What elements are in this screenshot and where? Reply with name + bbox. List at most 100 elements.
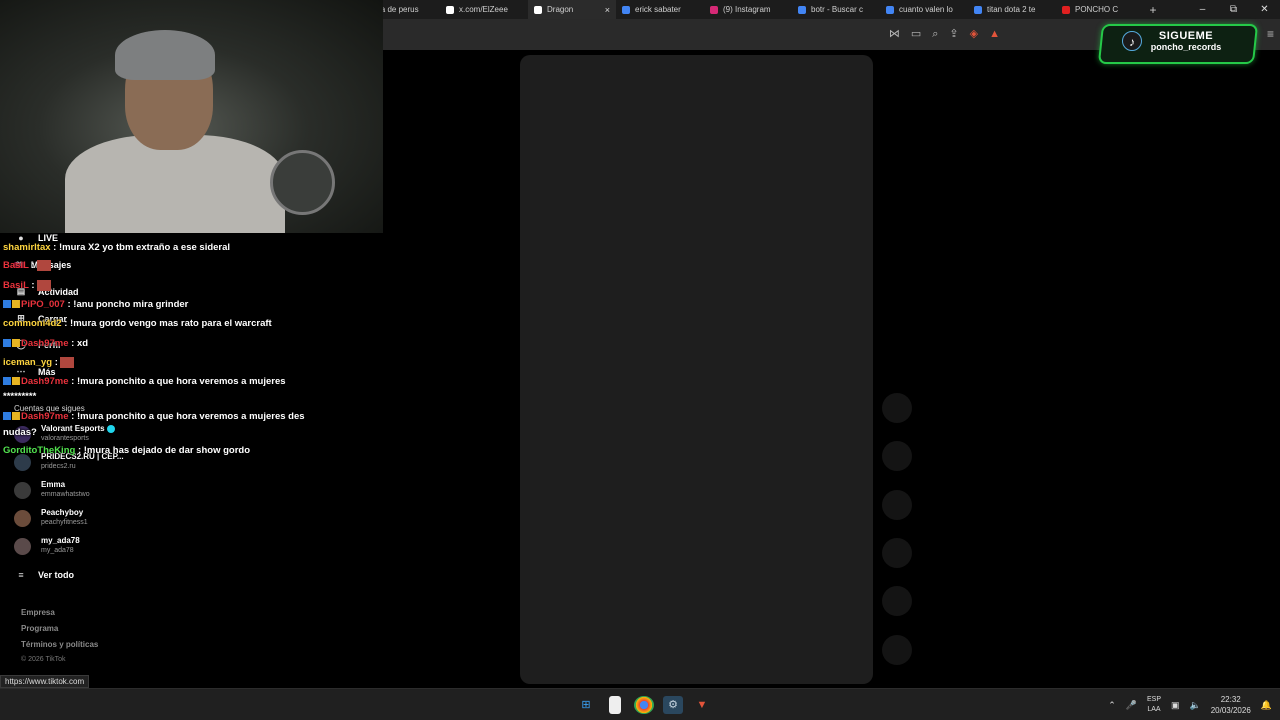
see-all-button[interactable]: ≡ Ver todo [14,570,74,580]
tab-label: botr - Buscar c [811,5,864,14]
brave-rewards-icon[interactable]: ▲ [989,28,1000,40]
browser-tab[interactable]: x.com/ElZeee [440,0,528,19]
fan-image [270,150,335,215]
video-action-button[interactable] [882,393,912,423]
browser-tab[interactable]: cuanto valen lo [880,0,968,19]
link-status-bar: https://www.tiktok.com [0,675,90,688]
browser-tab[interactable]: botr - Buscar c [792,0,880,19]
video-action-button[interactable] [882,586,912,616]
share-icon[interactable]: ⇪ [949,28,958,40]
tray-chevron-icon[interactable]: ⌃ [1108,700,1116,711]
chat-text: : !mura ponchito a que hora veremos a mu… [71,411,305,422]
account-handle: my_ada78 [41,547,74,554]
chat-message: PiPO_007 : !anu poncho mira grinder [3,299,188,310]
language-indicator[interactable]: ESP LAA [1147,695,1161,715]
clock-date: 20/03/2026 [1210,706,1251,715]
notification-bell-icon[interactable]: 🔔 [1261,700,1272,711]
webcam-overlay [0,0,383,233]
tab-label: erick sabater [635,5,681,14]
windows-start-icon[interactable]: ⊞ [576,696,596,714]
new-tab-button[interactable]: + [1144,3,1162,17]
chat-message: Dash97me : !mura ponchito a que hora ver… [3,376,286,387]
tab-label: x.com/ElZeee [459,5,508,14]
chat-message: GorditoTheKing : !mura has dejado de dar… [3,445,250,456]
tab-favicon-icon [710,5,718,14]
tab-favicon-icon [534,5,542,14]
volume-icon[interactable]: 🔈 [1190,700,1201,711]
footer-link-program[interactable]: Programa [21,624,58,633]
mute-icon[interactable]: ⋈ [889,28,900,40]
network-icon[interactable]: ▣ [1171,700,1180,711]
browser-tab[interactable]: erick sabater [616,0,704,19]
account-name: Emma [41,480,90,490]
chat-text: : [31,280,35,292]
follow-overlay-text: SIGUEME poncho_records [1143,30,1229,52]
account-handle: peachyfitness1 [41,519,88,526]
tab-favicon-icon [798,5,806,14]
screen-icon[interactable]: ▭ [911,28,921,40]
copyright-text: © 2026 TikTok [21,656,66,663]
chat-message: shamirltax : !mura X2 yo tbm extraño a e… [3,242,230,253]
followed-account-item[interactable]: my_ada78 my_ada78 [14,536,80,556]
chat-text: : xd [71,338,89,349]
follow-overlay-title: SIGUEME [1158,30,1214,42]
streamer-hair [115,30,215,80]
browser-tab[interactable]: PONCHO C [1056,0,1144,19]
browser-menu-icon[interactable]: ≡ [1267,27,1274,41]
video-player-card[interactable] [520,55,873,684]
chat-text: : !mura has dejado de dar show gordo [77,445,251,456]
chat-username: iceman_yg [3,357,53,369]
account-name-text: Emma [41,480,66,489]
chat-badge-icon [12,339,20,348]
avatar [14,537,31,555]
account-name-text: my_ada78 [41,536,80,545]
list-icon: ≡ [18,570,24,580]
brave-icon[interactable]: ▼ [692,696,712,714]
browser-tab[interactable]: titan dota 2 te [968,0,1056,19]
chat-badge-icon [12,412,20,421]
tab-close-icon[interactable]: × [601,5,610,15]
chat-message: BasiL : [3,260,51,271]
footer-link-terms[interactable]: Términos y políticas [21,640,98,649]
chat-text: : [31,260,35,272]
verified-badge-icon [106,424,115,433]
see-all-label: Ver todo [38,570,75,580]
tab-favicon-icon [886,5,894,14]
maximize-button[interactable]: ⧉ [1218,4,1249,15]
browser-tab[interactable]: (9) Instagram [704,0,792,19]
footer-link-company[interactable]: Empresa [21,608,55,617]
chat-username: BasiL [3,280,29,292]
close-window-button[interactable]: ✕ [1249,4,1280,15]
chat-emote-icon [36,260,51,271]
followed-account-item[interactable]: Emma emmawhatstwo [14,480,90,500]
tab-label: Dragon [547,5,574,14]
video-action-button[interactable] [882,538,912,568]
chat-badge-icon [12,300,20,309]
zoom-icon[interactable]: ⌕ [932,28,938,40]
browser-tab[interactable]: Dragon × [528,0,616,19]
video-action-button[interactable] [882,635,912,665]
chat-username: shamirltax [3,242,51,253]
microphone-icon[interactable]: 🎤 [1126,700,1137,711]
chat-username: GorditoTheKing [3,445,76,456]
avatar [14,481,31,499]
steam-icon[interactable]: ⚙ [663,696,683,714]
brave-shield-icon[interactable]: ◈ [970,28,978,40]
account-name-text: Valorant Esports [41,424,105,433]
video-action-button[interactable] [882,490,912,520]
minimize-button[interactable]: – [1187,4,1218,15]
chat-username: BasiL [3,260,29,272]
chrome-icon[interactable] [634,696,654,714]
tab-favicon-icon [622,5,630,14]
chat-message: iceman_yg : [3,357,74,368]
clock-time: 22:32 [1220,695,1241,704]
file-explorer-icon[interactable] [609,696,621,714]
chat-badge-icon [3,412,11,421]
tab-label: titan dota 2 te [987,5,1036,14]
followed-account-item[interactable]: Peachyboy peachyfitness1 [14,508,88,528]
avatar [14,509,31,527]
system-clock[interactable]: 22:32 20/03/2026 [1211,694,1251,716]
chat-username: PiPO_007 [21,299,65,310]
video-action-button[interactable] [882,441,912,471]
chat-text: : !mura ponchito a que hora veremos a mu… [71,376,286,387]
